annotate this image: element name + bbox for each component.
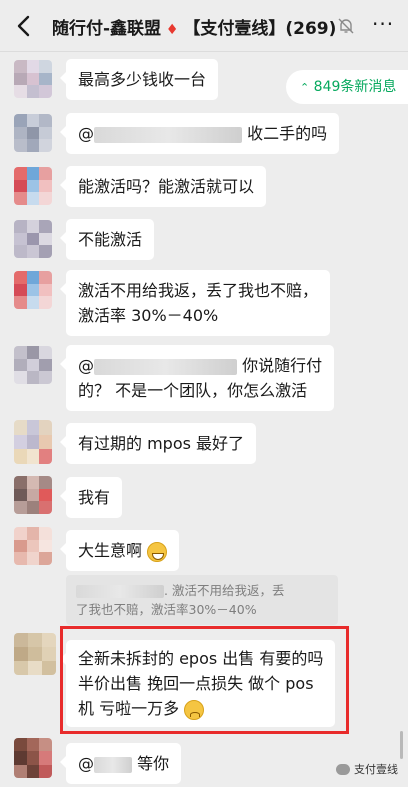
avatar[interactable] xyxy=(14,633,56,675)
new-messages-button[interactable]: ⌃ 849条新消息 xyxy=(286,70,408,104)
mention-at: @ xyxy=(78,754,94,773)
message-bubble[interactable]: 不能激活 xyxy=(59,219,155,260)
avatar[interactable] xyxy=(14,346,52,384)
avatar[interactable] xyxy=(14,527,52,565)
double-chevron-up-icon: ⌃ xyxy=(300,81,310,94)
message-text-line: 的？ 不是一个团队，你怎么激活 xyxy=(78,381,308,400)
message-text-line: 激活率 30%－40% xyxy=(78,306,219,325)
message-bubble[interactable]: 能激活吗？能激活就可以 xyxy=(59,166,267,207)
diamond-icon: ♦ xyxy=(161,22,184,38)
message-bubble[interactable]: @ 收二手的吗 xyxy=(59,113,340,154)
message-text: 能激活吗？能激活就可以 xyxy=(78,177,255,196)
chat-title: 随行付-鑫联盟 ♦ 【支付壹线】(269) xyxy=(52,14,362,39)
wechat-icon xyxy=(336,763,350,775)
message-text: 不能激活 xyxy=(78,230,143,249)
redacted-name xyxy=(76,585,164,598)
message-bubble[interactable]: 我有 xyxy=(59,477,123,518)
grin-emoji-icon xyxy=(147,541,168,562)
highlight-box xyxy=(60,626,349,734)
message-text: 最高多少钱收一台 xyxy=(78,70,207,89)
avatar[interactable] xyxy=(14,167,52,205)
message-text: 收二手的吗 xyxy=(247,124,328,143)
more-dots-icon[interactable]: ··· xyxy=(372,14,394,34)
quoted-message[interactable]: . 激活不用给我返，丢 了我也不赔，激活率30%－40% xyxy=(66,575,338,625)
watermark-label: 支付壹线 xyxy=(354,763,398,776)
quote-text-line: . 激活不用给我返，丢 xyxy=(164,583,285,598)
avatar[interactable] xyxy=(14,220,52,258)
avatar[interactable] xyxy=(14,114,52,152)
redacted-name xyxy=(94,126,242,143)
watermark: 支付壹线 xyxy=(336,761,398,777)
mention-at: @ xyxy=(78,124,94,143)
message-text: 等你 xyxy=(137,754,170,773)
message-text: 我有 xyxy=(78,488,111,507)
quote-text-line: 了我也不赔，激活率30%－40% xyxy=(76,602,257,617)
message-text: 你说随行付 xyxy=(242,356,323,375)
avatar[interactable] xyxy=(14,476,52,514)
message-bubble[interactable]: @ 你说随行付 的？ 不是一个团队，你怎么激活 xyxy=(59,345,335,411)
message-bubble[interactable]: 有过期的 mpos 最好了 xyxy=(59,423,257,464)
avatar[interactable] xyxy=(14,420,52,464)
new-messages-label: 849条新消息 xyxy=(313,79,397,95)
avatar[interactable] xyxy=(14,60,52,98)
message-bubble[interactable]: 激活不用给我返，丢了我也不赔， 激活率 30%－40% xyxy=(59,270,331,336)
mention-at: @ xyxy=(78,356,94,375)
message-bubble[interactable]: 最高多少钱收一台 xyxy=(59,59,219,100)
chat-header: 随行付-鑫联盟 ♦ 【支付壹线】(269) ··· xyxy=(0,0,408,52)
message-text: 有过期的 mpos 最好了 xyxy=(78,434,245,453)
message-bubble[interactable]: 大生意啊 xyxy=(59,530,180,571)
bell-off-icon xyxy=(337,17,355,35)
message-text: 大生意啊 xyxy=(78,541,143,560)
chevron-left-icon[interactable] xyxy=(10,12,38,40)
message-text-line: 激活不用给我返，丢了我也不赔， xyxy=(78,281,319,300)
redacted-name xyxy=(94,358,237,375)
chat-title-name: 随行付-鑫联盟 xyxy=(52,19,162,39)
chat-title-group: 【支付壹线】(269) xyxy=(183,19,337,39)
avatar[interactable] xyxy=(14,738,52,778)
message-bubble[interactable]: @ 等你 xyxy=(59,743,182,784)
avatar[interactable] xyxy=(14,271,52,309)
redacted-name xyxy=(94,756,132,773)
scrollbar[interactable] xyxy=(400,731,403,759)
